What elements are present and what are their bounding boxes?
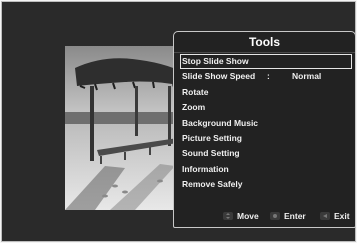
- menu-item-label: Remove Safely: [182, 179, 243, 190]
- menu-item-rotate[interactable]: Rotate: [180, 85, 352, 100]
- move-label: Move: [237, 211, 259, 221]
- menu-item-label: Sound Setting: [182, 148, 240, 159]
- menu-item-label: Picture Setting: [182, 132, 242, 143]
- menu-items-list: Stop Slide Show Slide Show Speed : Norma…: [180, 54, 352, 193]
- menu-item-remove-safely[interactable]: Remove Safely: [180, 177, 352, 192]
- menu-item-label: Information: [182, 163, 229, 174]
- footer-enter: Enter: [269, 209, 306, 223]
- slide-show-speed-value: Normal: [292, 71, 322, 82]
- menu-item-label: Background Music: [182, 117, 259, 128]
- enter-label: Enter: [284, 211, 306, 221]
- footer-exit: Exit: [319, 209, 350, 223]
- menu-item-zoom[interactable]: Zoom: [180, 100, 352, 115]
- menu-item-information[interactable]: Information: [180, 162, 352, 177]
- enter-icon: [269, 211, 281, 221]
- tools-menu: Tools Stop Slide Show Slide Show Speed :…: [173, 31, 356, 228]
- menu-item-separator: :: [267, 71, 270, 82]
- menu-item-picture-setting[interactable]: Picture Setting: [180, 131, 352, 146]
- menu-item-stop-slide-show[interactable]: Stop Slide Show: [180, 54, 352, 70]
- menu-item-label: Stop Slide Show: [182, 56, 249, 66]
- menu-item-slide-show-speed[interactable]: Slide Show Speed : Normal: [180, 69, 352, 84]
- tv-screen: Tools Stop Slide Show Slide Show Speed :…: [1, 1, 356, 242]
- footer-move: Move: [222, 209, 259, 223]
- menu-item-sound-setting[interactable]: Sound Setting: [180, 146, 352, 161]
- menu-item-background-music[interactable]: Background Music: [180, 116, 352, 131]
- menu-item-label: Zoom: [182, 102, 206, 113]
- move-arrows-icon: [222, 211, 234, 221]
- menu-item-label: Slide Show Speed: [182, 71, 256, 82]
- exit-icon: [319, 211, 331, 221]
- menu-title: Tools: [174, 32, 355, 53]
- exit-label: Exit: [334, 211, 350, 221]
- menu-footer: Move Enter Exit: [174, 209, 355, 223]
- menu-item-label: Rotate: [182, 86, 209, 97]
